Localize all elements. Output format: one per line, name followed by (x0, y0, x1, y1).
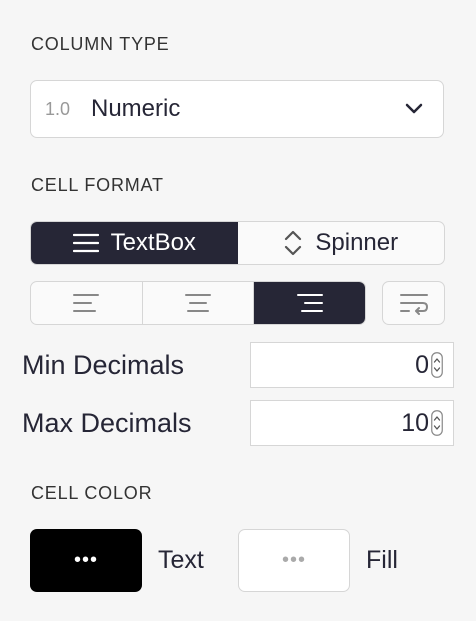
wrap-text-icon (399, 294, 428, 315)
align-right-button[interactable] (254, 282, 365, 324)
cell-color-title: CELL COLOR (31, 483, 153, 503)
column-type-title: COLUMN TYPE (31, 34, 170, 54)
spinner-option[interactable]: Spinner (238, 222, 445, 264)
alignment-group (30, 281, 366, 325)
align-left-icon (73, 294, 100, 312)
cell-format-title: CELL FORMAT (31, 175, 164, 195)
lines-icon (72, 232, 99, 254)
min-decimals-input[interactable]: 0 (250, 342, 454, 388)
text-color-label: Text (158, 546, 204, 574)
stepper-icon[interactable] (431, 410, 443, 436)
spinner-icon (283, 229, 303, 257)
align-left-button[interactable] (31, 282, 143, 324)
spinner-label: Spinner (315, 229, 399, 256)
min-decimals-value: 0 (415, 350, 429, 379)
fill-color-swatch[interactable]: ••• (238, 529, 350, 592)
textbox-label: TextBox (110, 229, 196, 256)
max-decimals-input[interactable]: 10 (250, 400, 454, 446)
wrap-text-button[interactable] (382, 281, 445, 325)
min-decimals-label: Min Decimals (22, 350, 185, 380)
column-type-value: Numeric (91, 95, 181, 122)
widget-toggle: TextBox Spinner (30, 221, 445, 265)
fill-color-label: Fill (366, 546, 398, 574)
align-center-icon (185, 294, 211, 312)
more-icon: ••• (73, 549, 98, 571)
textbox-option[interactable]: TextBox (31, 222, 238, 264)
stepper-icon[interactable] (431, 352, 443, 378)
more-icon: ••• (281, 549, 306, 571)
align-right-icon (296, 294, 323, 312)
numeric-type-icon: 1.0 (45, 98, 71, 119)
chevron-down-icon (405, 103, 423, 115)
column-type-select[interactable]: 1.0 Numeric (30, 80, 444, 138)
max-decimals-label: Max Decimals (22, 408, 192, 438)
text-color-swatch[interactable]: ••• (30, 529, 142, 592)
max-decimals-value: 10 (401, 408, 429, 437)
align-center-button[interactable] (143, 282, 255, 324)
